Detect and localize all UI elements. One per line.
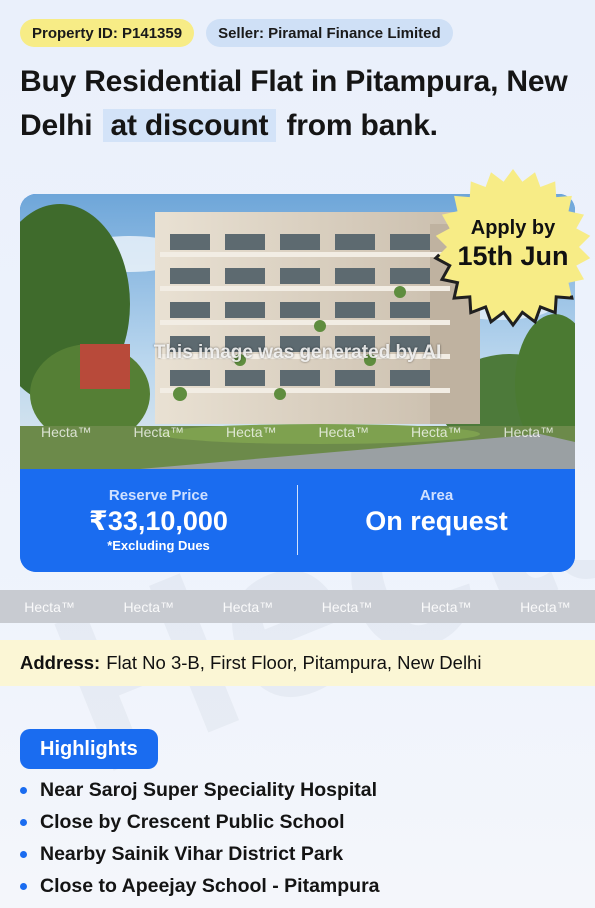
reserve-price-note: *Excluding Dues (107, 538, 210, 553)
area-label: Area (419, 487, 454, 504)
photo-watermark: Hecta™ (133, 424, 185, 440)
highlights-list: Near Saroj Super Speciality Hospital Clo… (20, 774, 380, 902)
address-bar: Address: Flat No 3-B, First Floor, Pitam… (0, 640, 595, 686)
page-title: Buy Residential Flat in Pitampura, New D… (20, 60, 580, 148)
title-highlight: at discount (102, 109, 277, 142)
bullet-icon (20, 786, 27, 794)
strip-watermark: Hecta™ (123, 598, 175, 615)
photo-watermark: Hecta™ (40, 424, 92, 440)
photo-watermark: Hecta™ (503, 424, 555, 440)
badge-text: Apply by 15th Jun (432, 216, 594, 272)
watermark-strip: Hecta™ Hecta™ Hecta™ Hecta™ Hecta™ Hecta… (0, 590, 595, 623)
apply-by-badge: Apply by 15th Jun (432, 166, 594, 328)
property-id-tag: Property ID: P141359 (20, 19, 195, 47)
property-listing-page: Hecta™ Property ID: P141359 Seller: Pira… (0, 0, 595, 908)
highlight-text: Nearby Sainik Vihar District Park (40, 842, 344, 865)
strip-watermark: Hecta™ (24, 598, 75, 615)
strip-watermark: Hecta™ (321, 598, 373, 615)
list-item: Close to Apeejay School - Pitampura (20, 870, 380, 902)
highlight-text: Close by Crescent Public School (40, 810, 345, 833)
list-item: Near Saroj Super Speciality Hospital (20, 774, 380, 806)
title-part-2: from bank. (286, 109, 438, 142)
photo-watermark: Hecta™ (410, 424, 462, 440)
reserve-price-value: ₹33,10,000 (89, 506, 228, 536)
badge-line-1: Apply by (470, 217, 556, 239)
strip-watermark: Hecta™ (420, 598, 472, 615)
strip-watermark: Hecta™ (222, 598, 274, 615)
reserve-price-block: Reserve Price ₹33,10,000 *Excluding Dues (20, 469, 297, 572)
address-value: Flat No 3-B, First Floor, Pitampura, New… (106, 652, 482, 673)
reserve-price-label: Reserve Price (108, 487, 209, 504)
address-label: Address: (20, 652, 101, 673)
tag-row: Property ID: P141359 Seller: Piramal Fin… (20, 19, 453, 47)
photo-watermark: Hecta™ (318, 424, 370, 440)
photo-watermark-row: Hecta™ Hecta™ Hecta™ Hecta™ Hecta™ Hecta… (20, 424, 575, 440)
price-panel: Reserve Price ₹33,10,000 *Excluding Dues… (20, 469, 575, 572)
highlight-text: Near Saroj Super Speciality Hospital (40, 778, 378, 801)
badge-line-2: 15th Jun (457, 241, 569, 271)
list-item: Nearby Sainik Vihar District Park (20, 838, 380, 870)
list-item: Close by Crescent Public School (20, 806, 380, 838)
ai-generated-note: This image was generated by AI (153, 342, 442, 363)
highlight-text: Close to Apeejay School - Pitampura (40, 874, 380, 897)
seller-tag: Seller: Piramal Finance Limited (206, 19, 453, 47)
highlights-heading: Highlights (20, 729, 158, 769)
bullet-icon (20, 818, 27, 826)
bullet-icon (20, 882, 27, 890)
photo-watermark: Hecta™ (225, 424, 277, 440)
bullet-icon (20, 850, 27, 858)
strip-watermark: Hecta™ (520, 598, 571, 615)
area-value: On request (365, 506, 508, 536)
area-block: Area On request (298, 469, 575, 572)
